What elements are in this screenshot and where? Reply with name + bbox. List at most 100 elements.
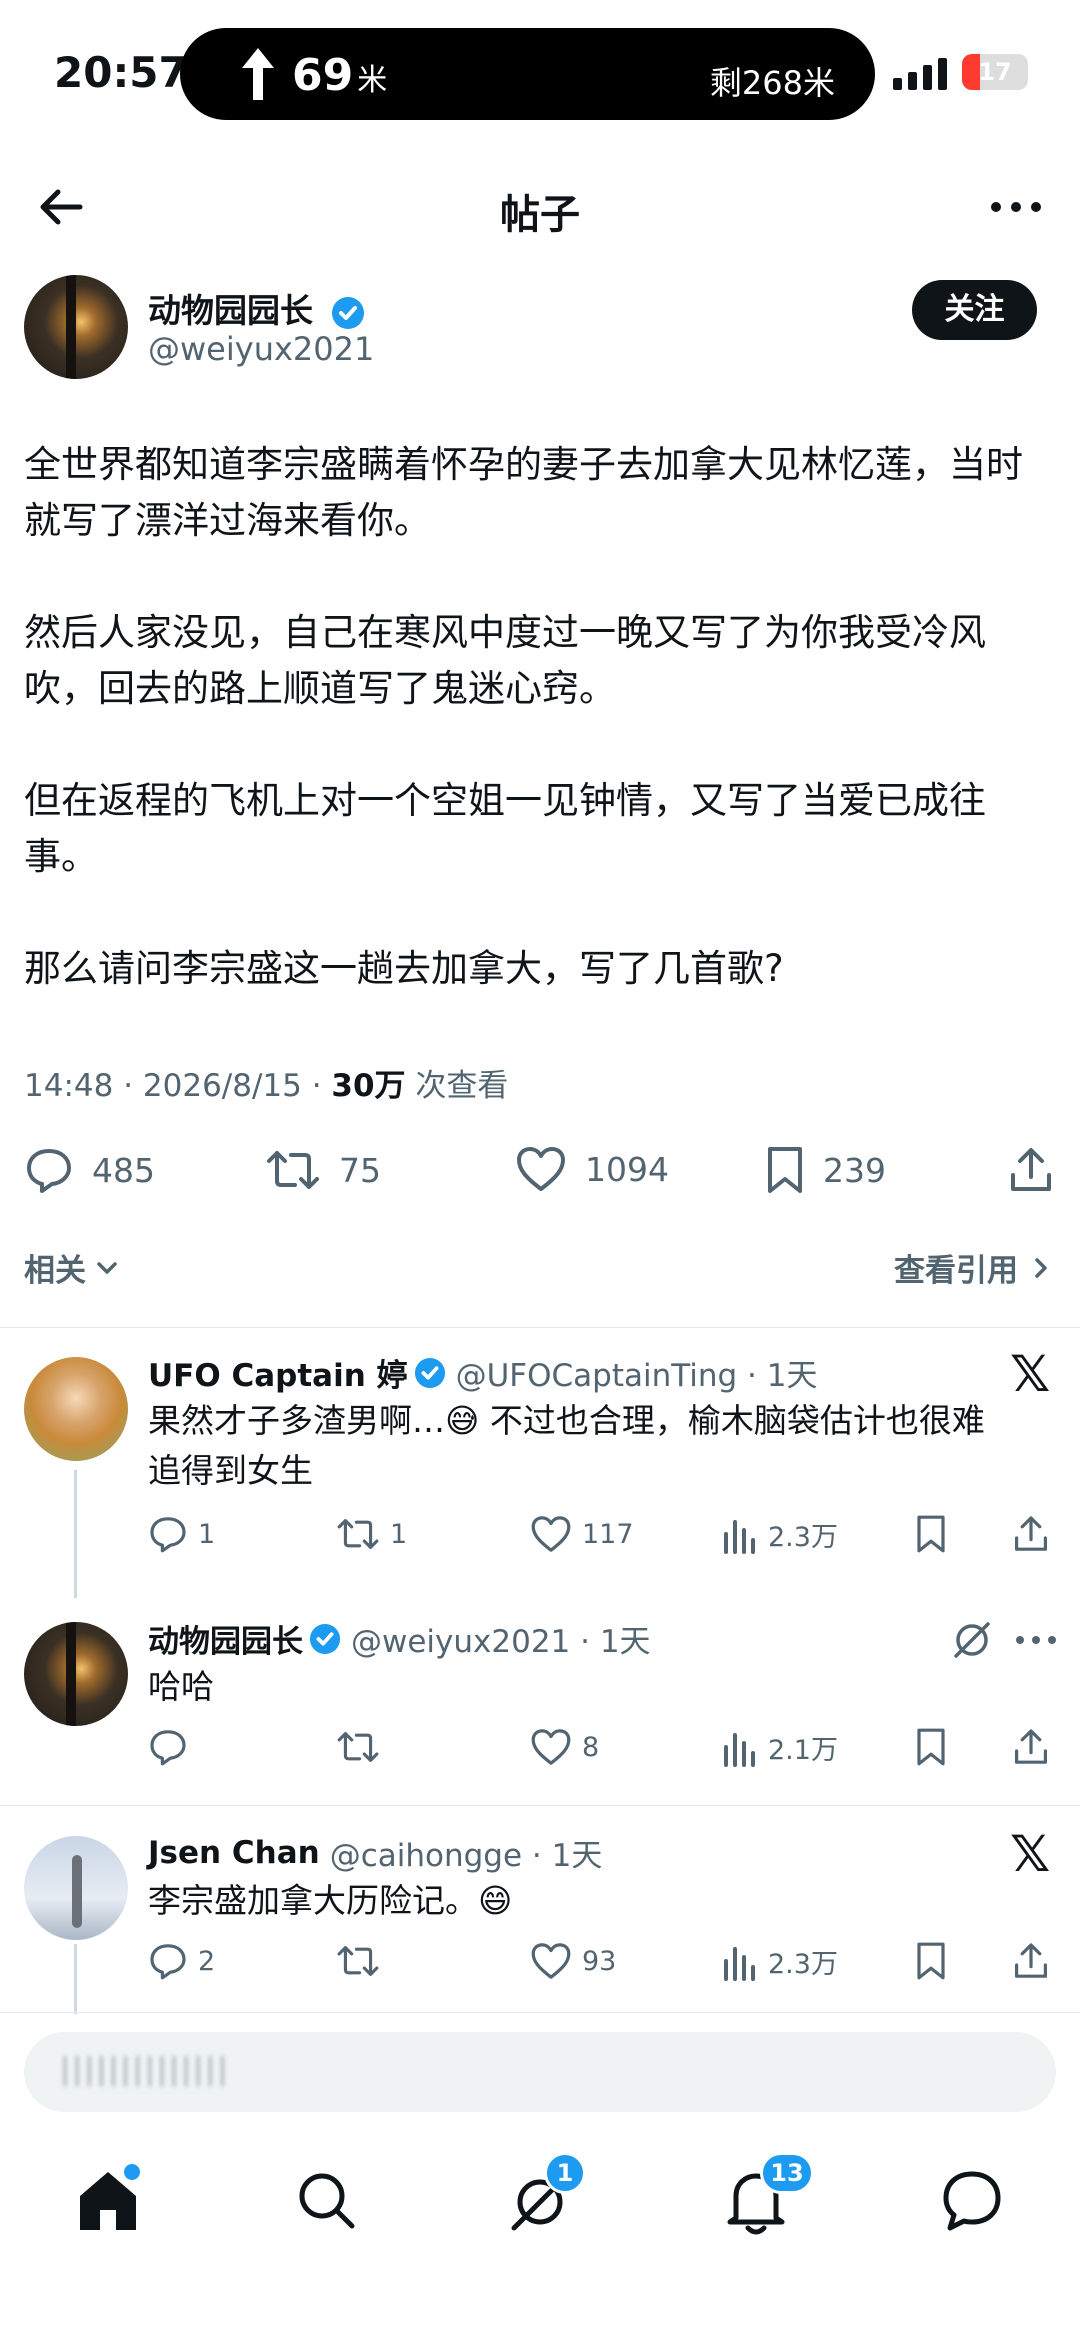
thread-line bbox=[74, 1944, 77, 2014]
reply-author[interactable]: Jsen Chan @caihongge · 1天 bbox=[148, 1830, 602, 1875]
repost-icon bbox=[267, 1151, 319, 1189]
divider bbox=[0, 1327, 1080, 1328]
reply-text: 果然才子多渣男啊…😅 不过也合理，榆木脑袋估计也很难 追得到女生 bbox=[148, 1401, 985, 1490]
post-body: 全世界都知道李宗盛瞒着怀孕的妻子去加拿大见林忆莲，当时就写了漂洋过海来看你。 然… bbox=[24, 437, 1044, 997]
author-handle[interactable]: @weiyux2021 bbox=[148, 330, 374, 368]
related-sort-dropdown[interactable]: 相关 bbox=[24, 1245, 122, 1290]
bottom-tab-bar: 1 13 bbox=[0, 2150, 1080, 2250]
repost-button[interactable] bbox=[336, 1727, 390, 1767]
reply-compose-input[interactable]: |||||||||||||| bbox=[24, 2032, 1056, 2112]
divider bbox=[0, 2012, 1080, 2013]
repost-icon bbox=[337, 1946, 379, 1976]
reply-button[interactable]: 485 bbox=[24, 1145, 155, 1195]
grok-badge: 1 bbox=[544, 2152, 586, 2194]
post-action-bar: 485 75 1094 239 bbox=[0, 1135, 1080, 1205]
divider bbox=[0, 1805, 1080, 1806]
compose-placeholder: |||||||||||||| bbox=[60, 2052, 230, 2087]
chevron-right-icon bbox=[1035, 1257, 1047, 1278]
repost-button[interactable]: 75 bbox=[265, 1145, 381, 1195]
battery-icon: 17 bbox=[962, 54, 1028, 90]
share-button[interactable] bbox=[1008, 1145, 1072, 1195]
nav-remaining: 剩268米 bbox=[709, 64, 835, 102]
thread-line bbox=[74, 1470, 77, 1598]
share-icon bbox=[1015, 1516, 1047, 1551]
post-timestamp: 14:48 · 2026/8/15 · bbox=[24, 1068, 332, 1104]
share-button[interactable] bbox=[1012, 1941, 1060, 1981]
reply-author[interactable]: UFO Captain 婷 @UFOCaptainTing · 1天 bbox=[148, 1350, 817, 1395]
bookmark-button[interactable] bbox=[914, 1514, 958, 1554]
heart-icon bbox=[531, 1943, 571, 1979]
reply-icon bbox=[150, 1944, 186, 1980]
more-icon[interactable] bbox=[1014, 1630, 1058, 1650]
like-button[interactable]: 1094 bbox=[515, 1145, 669, 1193]
search-icon bbox=[299, 2173, 355, 2229]
repost-button[interactable] bbox=[336, 1941, 390, 1981]
author-name[interactable]: 动物园园长 bbox=[148, 284, 365, 332]
tab-grok[interactable]: 1 bbox=[500, 2152, 586, 2240]
post-paragraph: 那么请问李宗盛这一趟去加拿大，写了几首歌? bbox=[24, 947, 784, 990]
repost-icon bbox=[337, 1732, 379, 1762]
home-unread-dot bbox=[124, 2164, 140, 2180]
notifications-badge: 13 bbox=[760, 2152, 814, 2194]
dynamic-island-navigation[interactable]: 69 米 剩268米 bbox=[180, 28, 875, 120]
share-icon bbox=[1011, 1148, 1051, 1191]
reply-text: 哈哈 bbox=[148, 1667, 214, 1706]
chevron-down-icon bbox=[97, 1261, 117, 1274]
status-time: 20:57 bbox=[54, 48, 188, 97]
reply-icon bbox=[150, 1730, 186, 1766]
reply-action-bar: 2 93 2.3万 bbox=[148, 1941, 1048, 1991]
reply-button[interactable] bbox=[148, 1727, 198, 1767]
top-app-bar: 帖子 bbox=[0, 160, 1080, 250]
views-button[interactable]: 2.3万 bbox=[722, 1941, 838, 1981]
reply-action-bar: 1 1 117 2.3万 bbox=[148, 1514, 1048, 1564]
views-button[interactable]: 2.1万 bbox=[722, 1727, 838, 1767]
verified-badge-icon bbox=[331, 296, 364, 329]
tab-home[interactable] bbox=[68, 2160, 148, 2240]
reply-action-bar: 8 2.1万 bbox=[148, 1727, 1048, 1777]
share-icon bbox=[1015, 1943, 1047, 1978]
share-button[interactable] bbox=[1012, 1727, 1060, 1767]
up-arrow-icon bbox=[242, 48, 274, 100]
reply-avatar[interactable] bbox=[24, 1622, 128, 1726]
author-avatar[interactable] bbox=[24, 275, 128, 379]
more-options-button[interactable] bbox=[986, 182, 1046, 232]
reply-text: 李宗盛加拿大历险记。😄 bbox=[148, 1881, 513, 1920]
reply-author[interactable]: 动物园园长 @weiyux2021 · 1天 bbox=[148, 1616, 651, 1661]
like-button[interactable]: 117 bbox=[530, 1514, 634, 1554]
views-chart-icon bbox=[724, 1733, 755, 1767]
nav-distance: 69 米 bbox=[292, 50, 388, 101]
repost-icon bbox=[337, 1519, 379, 1549]
verified-badge-icon bbox=[414, 1357, 445, 1388]
like-button[interactable]: 93 bbox=[530, 1941, 616, 1981]
bookmark-icon bbox=[917, 1942, 945, 1980]
post-meta: 14:48 · 2026/8/15 · 30万 次查看 bbox=[24, 1060, 508, 1105]
views-chart-icon bbox=[724, 1947, 755, 1981]
bookmark-button[interactable] bbox=[914, 1727, 958, 1767]
post-paragraph: 然后人家没见，自己在寒风中度过一晚又写了为你我受冷风吹，回去的路上顺道写了鬼迷心… bbox=[24, 611, 986, 710]
share-icon bbox=[1015, 1729, 1047, 1764]
tab-notifications[interactable]: 13 bbox=[716, 2152, 814, 2240]
views-count[interactable]: 30万 bbox=[331, 1068, 405, 1104]
bookmark-button[interactable] bbox=[914, 1941, 958, 1981]
reply-button[interactable]: 1 bbox=[148, 1514, 215, 1554]
grok-icon[interactable] bbox=[950, 1618, 994, 1662]
signal-icon bbox=[893, 58, 947, 90]
heart-icon bbox=[531, 1729, 571, 1765]
reply-button[interactable]: 2 bbox=[148, 1941, 215, 1981]
post-paragraph: 全世界都知道李宗盛瞒着怀孕的妻子去加拿大见林忆莲，当时就写了漂洋过海来看你。 bbox=[24, 443, 1023, 542]
tab-search[interactable] bbox=[286, 2160, 366, 2240]
repost-button[interactable]: 1 bbox=[336, 1514, 407, 1554]
like-button[interactable]: 8 bbox=[530, 1727, 599, 1767]
x-logo-icon: 𝕏 bbox=[1010, 1345, 1051, 1403]
page-title: 帖子 bbox=[500, 192, 580, 238]
share-button[interactable] bbox=[1012, 1514, 1060, 1554]
reply-avatar[interactable] bbox=[24, 1836, 128, 1940]
views-button[interactable]: 2.3万 bbox=[722, 1514, 838, 1554]
view-quotes-link[interactable]: 查看引用 bbox=[894, 1245, 1056, 1290]
reply-icon bbox=[27, 1149, 71, 1193]
status-bar: 20:57 69 米 剩268米 17 bbox=[0, 0, 1080, 140]
tab-messages[interactable] bbox=[932, 2160, 1012, 2240]
reply-avatar[interactable] bbox=[24, 1357, 128, 1461]
follow-button[interactable]: 关注 bbox=[912, 280, 1037, 340]
bookmark-button[interactable]: 239 bbox=[765, 1145, 886, 1195]
